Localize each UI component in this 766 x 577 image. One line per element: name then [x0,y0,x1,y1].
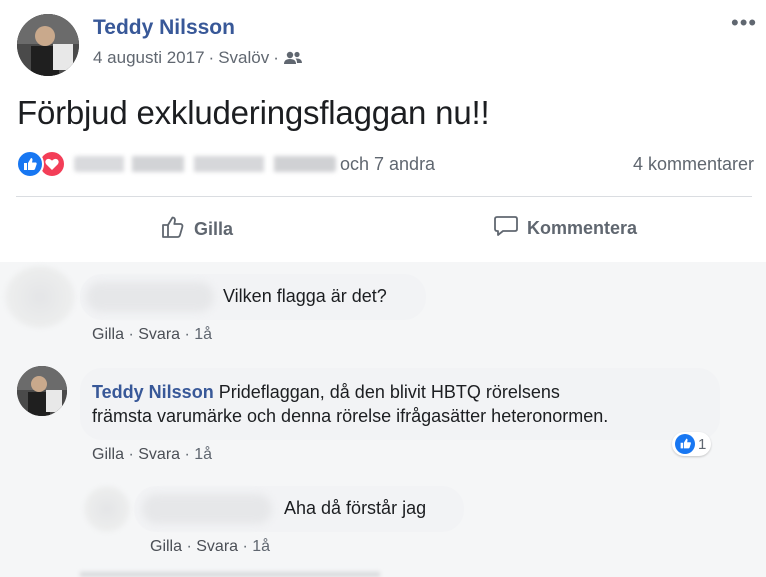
reply-text: Aha då förstår jag [284,498,427,518]
reply-bubble: Aha då förstår jag [134,486,464,532]
comment-actions: Gilla · Svara · 1å [92,326,213,343]
author-avatar[interactable] [17,14,79,76]
comment-reaction-count: 1 [698,435,707,453]
blurred-commenter-name [142,494,272,524]
comment-timestamp[interactable]: 1å [252,538,270,555]
comment-text-line1: Prideflaggan, då den blivit HBTQ rörelse… [218,382,560,402]
comment-author-name[interactable]: Teddy Nilsson [92,382,214,402]
divider [16,196,752,197]
more-options-icon[interactable]: ••• [731,12,757,34]
like-button-label: Gilla [194,219,234,239]
post-card: Teddy Nilsson 4 augusti 2017 · Svalöv · … [0,0,766,262]
reply-actions: Gilla · Svara · 1å [150,538,271,555]
comment-text-line2: främsta varumärke och denna rörelse ifrå… [92,406,609,426]
author-comment-avatar[interactable] [17,366,67,416]
comment-actions: Gilla · Svara · 1å [92,446,213,463]
reply-commenter-avatar[interactable] [84,486,130,532]
comment-reply-link[interactable]: Svara [138,446,180,463]
comment-timestamp[interactable]: 1å [194,446,212,463]
meta-separator: · [208,48,215,67]
comment-bubble: Teddy Nilsson Prideflaggan, då den blivi… [80,368,720,440]
like-button[interactable]: Gilla [160,214,233,245]
commenter-avatar[interactable] [5,266,75,328]
blurred-commenter-name [86,282,214,312]
comment-like-link[interactable]: Gilla [92,446,124,463]
comment-reply-link[interactable]: Svara [138,326,180,343]
comment-icon [493,214,519,243]
like-reaction-icon [675,434,695,454]
comment-reply-link[interactable]: Svara [196,538,238,555]
post-meta: 4 augusti 2017 · Svalöv · [93,48,305,68]
friends-icon[interactable] [283,50,305,66]
reactions-summary[interactable]: och 7 andra 4 kommentarer [16,148,756,182]
post-date[interactable]: 4 augusti 2017 [93,48,205,68]
post-text: Förbjud exkluderingsflaggan nu!! [17,94,490,131]
cropped-next-comment [80,572,380,577]
comment-text: Vilken flagga är det? [223,286,387,306]
comment-like-link[interactable]: Gilla [150,538,182,555]
author-name[interactable]: Teddy Nilsson [93,16,235,40]
thumbs-up-icon [160,214,186,245]
reactions-others-text[interactable]: och 7 andra [340,154,435,175]
comment-like-link[interactable]: Gilla [92,326,124,343]
comment-timestamp[interactable]: 1å [194,326,212,343]
comment-bubble: Vilken flagga är det? [80,274,426,320]
comment-button[interactable]: Kommentera [493,214,637,243]
comment-reaction-badge[interactable]: 1 [672,432,712,456]
comment-count[interactable]: 4 kommentarer [633,154,754,175]
blurred-reactor-names [74,156,336,172]
post-location[interactable]: Svalöv [218,48,269,68]
comment-button-label: Kommentera [527,218,638,238]
like-reaction-icon [16,150,44,178]
meta-separator: · [273,48,279,67]
